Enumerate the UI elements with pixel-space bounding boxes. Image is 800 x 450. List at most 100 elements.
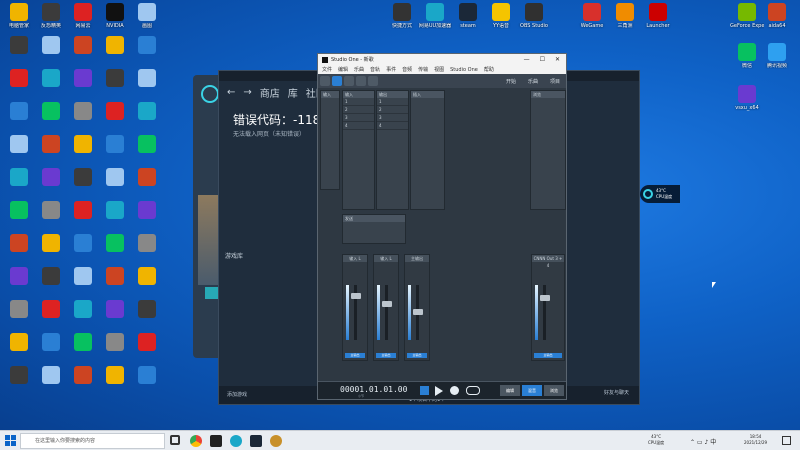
desktop-shortcut[interactable] bbox=[2, 36, 36, 56]
add-game-button[interactable]: 添加游戏 bbox=[227, 391, 247, 398]
desktop-shortcut[interactable] bbox=[66, 267, 100, 287]
desktop-shortcut[interactable]: YY语音 bbox=[484, 3, 518, 29]
desktop-shortcut[interactable] bbox=[98, 168, 132, 188]
desktop-shortcut[interactable] bbox=[130, 102, 164, 122]
menu-item[interactable]: 视图 bbox=[434, 66, 444, 73]
menu-item[interactable]: 编辑 bbox=[338, 66, 348, 73]
nav-library[interactable]: 库 bbox=[288, 85, 298, 100]
desktop-shortcut[interactable] bbox=[2, 69, 36, 89]
desktop-shortcut[interactable] bbox=[130, 135, 164, 155]
outputs-panel[interactable]: 输出 1 2 3 4 bbox=[376, 90, 409, 210]
taskbar-search-input[interactable]: 在这里输入你要搜索的内容 bbox=[20, 433, 165, 449]
desktop-shortcut[interactable] bbox=[66, 168, 100, 188]
tab-browse[interactable]: 浏览 bbox=[544, 385, 564, 396]
desktop-shortcut[interactable] bbox=[66, 366, 100, 386]
inserts-panel[interactable]: 插入 bbox=[410, 90, 445, 210]
project-button[interactable]: 项目 bbox=[544, 78, 566, 85]
desktop-shortcut[interactable] bbox=[130, 300, 164, 320]
input-row[interactable]: 2 bbox=[343, 106, 374, 114]
select-tool-icon[interactable] bbox=[332, 76, 342, 86]
desktop-shortcut[interactable] bbox=[98, 69, 132, 89]
chrome-icon[interactable] bbox=[190, 435, 202, 447]
desktop-shortcut[interactable] bbox=[34, 69, 68, 89]
menu-item[interactable]: 乐曲 bbox=[354, 66, 364, 73]
input-row[interactable]: 1 bbox=[343, 98, 374, 106]
desktop-shortcut[interactable] bbox=[130, 333, 164, 353]
desktop-shortcut[interactable] bbox=[34, 135, 68, 155]
desktop-shortcut[interactable] bbox=[2, 300, 36, 320]
loop-icon[interactable] bbox=[466, 386, 480, 395]
desktop-shortcut[interactable] bbox=[2, 333, 36, 353]
tray-temp[interactable]: 43°C CPU温度 bbox=[648, 434, 664, 446]
output-row[interactable]: 3 bbox=[377, 114, 408, 122]
desktop-shortcut[interactable] bbox=[34, 300, 68, 320]
desktop-shortcut[interactable] bbox=[34, 267, 68, 287]
desktop-shortcut[interactable] bbox=[98, 267, 132, 287]
minimize-icon[interactable]: — bbox=[524, 56, 530, 63]
output-row[interactable]: 4 bbox=[377, 122, 408, 130]
output-row[interactable]: 1 bbox=[377, 98, 408, 106]
play-icon[interactable] bbox=[435, 386, 443, 396]
desktop-shortcut[interactable] bbox=[2, 234, 36, 254]
task-view-icon[interactable] bbox=[170, 435, 180, 445]
inputs-panel[interactable]: 输入 1 2 3 4 bbox=[342, 90, 375, 210]
desktop-shortcut[interactable]: 电脑管家 bbox=[2, 3, 36, 29]
desktop-shortcut[interactable] bbox=[34, 201, 68, 221]
desktop-shortcut[interactable] bbox=[66, 333, 100, 353]
input-row[interactable]: 3 bbox=[343, 114, 374, 122]
sends-panel[interactable]: 发送 bbox=[342, 214, 406, 244]
close-icon[interactable]: ✕ bbox=[555, 56, 560, 63]
desktop-shortcut[interactable] bbox=[98, 102, 132, 122]
desktop-shortcut[interactable] bbox=[130, 69, 164, 89]
fader-knob[interactable] bbox=[351, 293, 361, 299]
nav-store[interactable]: 商店 bbox=[260, 85, 280, 100]
desktop-shortcut[interactable] bbox=[98, 201, 132, 221]
desktop-shortcut[interactable] bbox=[66, 36, 100, 56]
desktop-shortcut[interactable] bbox=[130, 168, 164, 188]
desktop-shortcut[interactable] bbox=[2, 201, 36, 221]
studio-one-titlebar[interactable]: Studio One - 新歌 — ☐ ✕ bbox=[318, 54, 566, 65]
output-row[interactable]: 2 bbox=[377, 106, 408, 114]
menu-item[interactable]: 音频 bbox=[402, 66, 412, 73]
menu-item[interactable]: 传输 bbox=[418, 66, 428, 73]
desktop-shortcut[interactable] bbox=[130, 267, 164, 287]
menu-item[interactable]: Studio One bbox=[450, 67, 478, 73]
desktop-shortcut[interactable] bbox=[66, 135, 100, 155]
menu-item[interactable]: 事件 bbox=[386, 66, 396, 73]
clock[interactable]: 18:54 2021/12/29 bbox=[744, 434, 767, 446]
desktop-shortcut[interactable] bbox=[66, 69, 100, 89]
desktop-shortcut[interactable]: steam bbox=[451, 3, 485, 29]
desktop-shortcut[interactable] bbox=[130, 36, 164, 56]
desktop-shortcut[interactable]: 微信 bbox=[730, 43, 764, 69]
desktop-shortcut[interactable] bbox=[98, 366, 132, 386]
fader-knob[interactable] bbox=[382, 301, 392, 307]
desktop-shortcut[interactable] bbox=[34, 234, 68, 254]
friends-chat-button[interactable]: 好友与聊天 bbox=[604, 389, 629, 396]
desktop-shortcut[interactable] bbox=[34, 36, 68, 56]
mixer-strip[interactable]: 主输出 主输出 bbox=[404, 254, 430, 361]
desktop-shortcut[interactable] bbox=[2, 366, 36, 386]
desktop-shortcut[interactable] bbox=[34, 366, 68, 386]
time-display[interactable]: 00001.01.01.00 bbox=[340, 385, 407, 394]
record-icon[interactable] bbox=[450, 386, 459, 395]
desktop-shortcut[interactable]: 腾讯视频 bbox=[760, 43, 794, 69]
maximize-icon[interactable]: ☐ bbox=[540, 56, 545, 63]
stop-icon[interactable] bbox=[420, 386, 429, 395]
desktop-shortcut[interactable] bbox=[2, 168, 36, 188]
steam-icon[interactable] bbox=[250, 435, 262, 447]
fader-track[interactable] bbox=[543, 285, 546, 340]
song-button[interactable]: 乐曲 bbox=[522, 78, 544, 85]
start-button[interactable]: 开始 bbox=[500, 78, 522, 85]
desktop-shortcut[interactable] bbox=[66, 102, 100, 122]
desktop-shortcut[interactable]: GeForce Experience bbox=[730, 3, 764, 29]
notification-icon[interactable] bbox=[782, 436, 791, 445]
pencil-tool-icon[interactable] bbox=[344, 76, 354, 86]
desktop-shortcut[interactable] bbox=[2, 135, 36, 155]
browser-panel[interactable]: 浏览 bbox=[530, 90, 566, 210]
desktop-shortcut[interactable] bbox=[66, 201, 100, 221]
desktop-shortcut[interactable]: 网易UU加速器 bbox=[418, 3, 452, 29]
uu-icon[interactable] bbox=[230, 435, 242, 447]
eraser-tool-icon[interactable] bbox=[356, 76, 366, 86]
desktop-shortcut[interactable]: aida64 bbox=[760, 3, 794, 29]
menu-item[interactable]: 文件 bbox=[322, 66, 332, 73]
